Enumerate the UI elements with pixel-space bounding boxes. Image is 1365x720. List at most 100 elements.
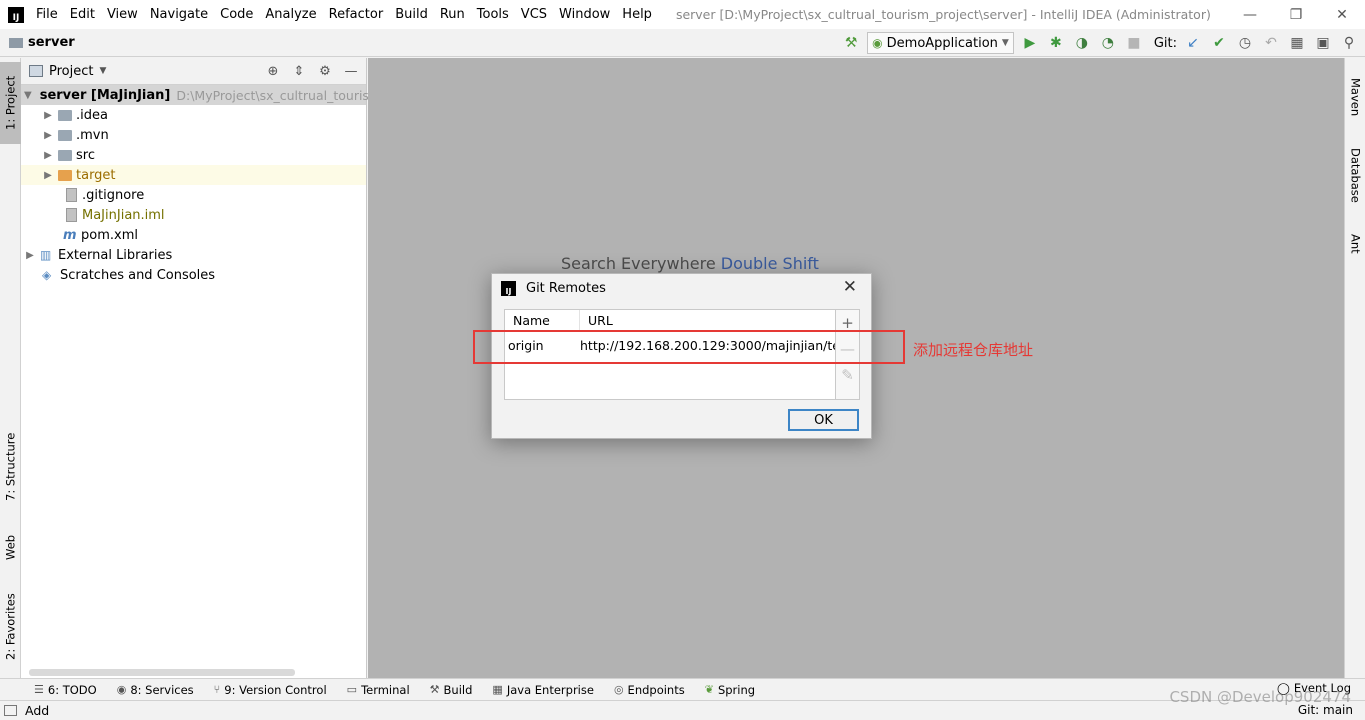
favorites-tool-tab[interactable]: 2: Favorites <box>0 584 21 670</box>
horizontal-scrollbar[interactable] <box>29 669 295 676</box>
tree-item-label: MaJinJian.iml <box>82 207 165 223</box>
stop-icon[interactable]: ■ <box>1124 33 1144 53</box>
services-tool-button[interactable]: ◉ 8: Services <box>117 683 194 697</box>
maximize-button[interactable]: ❐ <box>1273 0 1319 29</box>
tree-item-src[interactable]: ▶ src <box>21 145 366 165</box>
git-history-icon[interactable]: ◷ <box>1235 33 1255 53</box>
run-with-coverage-icon[interactable]: ◑ <box>1072 33 1092 53</box>
tree-item-pom[interactable]: m pom.xml <box>21 225 366 245</box>
todo-tool-button[interactable]: ☰ 6: TODO <box>34 683 97 697</box>
project-panel-header: Project ▼ ⊕ ⇕ ⚙ — <box>21 58 366 85</box>
debug-icon[interactable]: ✱ <box>1046 33 1066 53</box>
project-structure-icon[interactable]: ▦ <box>1287 33 1307 53</box>
maven-file-icon: m <box>63 227 77 243</box>
project-panel-title[interactable]: Project <box>49 64 93 79</box>
tree-item-scratches[interactable]: ◈ Scratches and Consoles <box>21 265 366 285</box>
tool-label: 8: Services <box>130 682 194 697</box>
hide-icon[interactable]: — <box>342 63 360 81</box>
tool-label: Build <box>443 682 473 697</box>
menu-tools[interactable]: Tools <box>471 7 515 22</box>
project-tool-tab[interactable]: 1: Project <box>0 62 21 144</box>
menu-file[interactable]: File <box>30 7 64 22</box>
nav-project-name[interactable]: server <box>28 35 75 50</box>
menu-navigate[interactable]: Navigate <box>144 7 214 22</box>
presentation-icon[interactable]: ▣ <box>1313 33 1333 53</box>
chevron-down-icon[interactable]: ▼ <box>99 66 106 76</box>
tree-item-mvn[interactable]: ▶ .mvn <box>21 125 366 145</box>
menu-view[interactable]: View <box>101 7 144 22</box>
endpoints-icon: ◎ <box>613 683 624 696</box>
column-header-url[interactable]: URL <box>580 310 613 331</box>
toggle-tool-windows-icon[interactable] <box>4 705 17 716</box>
spring-tool-button[interactable]: ❦ Spring <box>705 683 755 697</box>
ant-tool-tab[interactable]: Ant <box>1345 224 1365 264</box>
menu-refactor[interactable]: Refactor <box>323 7 390 22</box>
run-icon[interactable]: ▶ <box>1020 33 1040 53</box>
favorites-tool-label: 2: Favorites <box>3 593 18 661</box>
version-control-tool-button[interactable]: ⑂ 9: Version Control <box>214 683 327 697</box>
locate-icon[interactable]: ⊕ <box>264 63 282 81</box>
chevron-right-icon[interactable]: ▶ <box>42 170 54 181</box>
column-header-name[interactable]: Name <box>505 310 580 331</box>
gitignore-file-icon <box>66 188 77 202</box>
menu-vcs[interactable]: VCS <box>515 7 553 22</box>
title-bar: IJ File Edit View Navigate Code Analyze … <box>0 0 1365 29</box>
chevron-right-icon[interactable]: ▶ <box>24 250 36 261</box>
menu-help[interactable]: Help <box>616 7 658 22</box>
spring-icon: ❦ <box>704 683 714 696</box>
status-message: Add <box>4 703 49 718</box>
database-tool-tab[interactable]: Database <box>1345 140 1365 210</box>
build-hammer-icon[interactable]: ⚒ <box>841 33 861 53</box>
window-controls: — ❐ ✕ <box>1227 0 1365 29</box>
git-commit-icon[interactable]: ✔ <box>1209 33 1229 53</box>
edit-remote-icon[interactable]: ✎ <box>836 362 859 388</box>
terminal-icon: ▭ <box>346 683 358 696</box>
table-header: Name URL <box>505 310 835 332</box>
git-rollback-icon[interactable]: ↶ <box>1261 33 1281 53</box>
tree-item-external-libraries[interactable]: ▶ ▥ External Libraries <box>21 245 366 265</box>
menu-analyze[interactable]: Analyze <box>259 7 322 22</box>
menu-code[interactable]: Code <box>214 7 259 22</box>
web-tool-tab[interactable]: Web <box>0 522 21 572</box>
menu-run[interactable]: Run <box>434 7 471 22</box>
tree-item-idea[interactable]: ▶ .idea <box>21 105 366 125</box>
terminal-tool-button[interactable]: ▭ Terminal <box>347 683 410 697</box>
endpoints-tool-button[interactable]: ◎ Endpoints <box>614 683 685 697</box>
tree-item-target[interactable]: ▶ target <box>21 165 366 185</box>
chevron-right-icon[interactable]: ▶ <box>42 130 54 141</box>
close-window-button[interactable]: ✕ <box>1319 0 1365 29</box>
profile-icon[interactable]: ◔ <box>1098 33 1118 53</box>
ok-button[interactable]: OK <box>788 409 859 431</box>
gear-icon[interactable]: ⚙ <box>316 63 334 81</box>
run-configuration-select[interactable]: ◉ DemoApplication ▼ <box>867 32 1014 54</box>
project-panel: Project ▼ ⊕ ⇕ ⚙ — ▼ server [MaJinJian] D… <box>21 58 381 678</box>
libraries-icon: ▥ <box>40 248 52 262</box>
tool-label: Terminal <box>361 682 410 697</box>
search-everywhere-hint: Search Everywhere Double Shift <box>561 254 819 273</box>
tree-item-iml[interactable]: MaJinJian.iml <box>21 205 366 225</box>
minimize-button[interactable]: — <box>1227 0 1273 29</box>
collapse-all-icon[interactable]: ⇕ <box>290 63 308 81</box>
search-icon[interactable]: ⚲ <box>1339 33 1359 53</box>
chevron-right-icon[interactable]: ▶ <box>42 150 54 161</box>
chevron-right-icon[interactable]: ▶ <box>42 110 54 121</box>
services-icon: ◉ <box>116 683 127 696</box>
tree-item-gitignore[interactable]: .gitignore <box>21 185 366 205</box>
build-tool-button[interactable]: ⚒ Build <box>430 683 473 697</box>
chevron-down-icon[interactable]: ▼ <box>24 90 32 101</box>
git-label: Git: <box>1153 35 1177 51</box>
java-enterprise-tool-button[interactable]: ▦ Java Enterprise <box>492 683 594 697</box>
menu-build[interactable]: Build <box>389 7 434 22</box>
tree-item-label: External Libraries <box>58 247 173 263</box>
main-toolbar: ⚒ ◉ DemoApplication ▼ ▶ ✱ ◑ ◔ ■ Git: ↙ ✔… <box>841 29 1359 57</box>
menu-edit[interactable]: Edit <box>64 7 101 22</box>
maven-tool-tab[interactable]: Maven <box>1345 66 1365 128</box>
git-update-icon[interactable]: ↙ <box>1183 33 1203 53</box>
folder-icon <box>9 37 23 48</box>
dialog-title-bar: IJ Git Remotes <box>492 274 871 302</box>
tree-root-server[interactable]: ▼ server [MaJinJian] D:\MyProject\sx_cul… <box>21 85 381 105</box>
menu-window[interactable]: Window <box>553 7 616 22</box>
tree-item-label: .gitignore <box>82 187 145 203</box>
structure-tool-tab[interactable]: 7: Structure <box>0 424 21 510</box>
close-icon[interactable]: ✕ <box>843 277 857 297</box>
